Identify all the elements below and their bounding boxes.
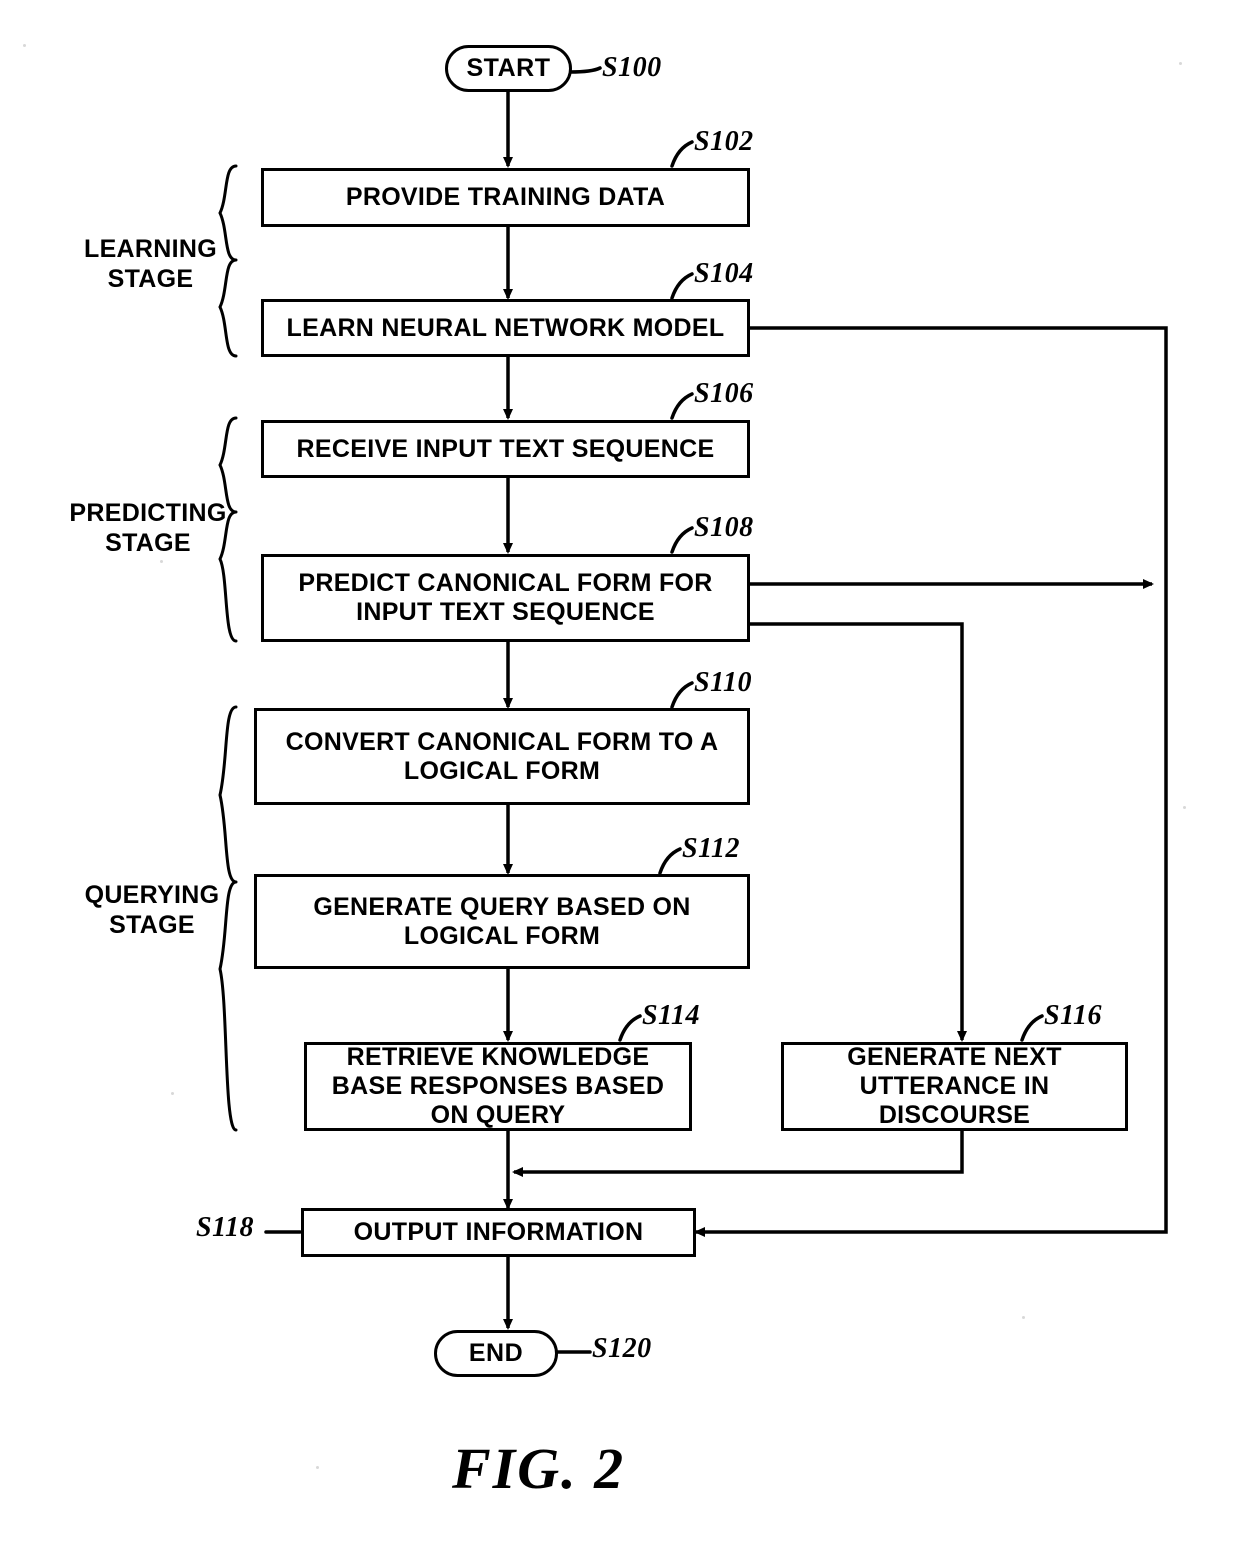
step-label-s116: S116 <box>1044 1000 1103 1031</box>
step-label-s106: S106 <box>694 378 754 409</box>
convert-canonical-to-logical-form-box[interactable]: CONVERT CANONICAL FORM TO A LOGICAL FORM <box>254 708 750 805</box>
output-information-box[interactable]: OUTPUT INFORMATION <box>301 1208 696 1257</box>
receive-input-text-sequence-label: RECEIVE INPUT TEXT SEQUENCE <box>296 434 715 463</box>
step-label-s100: S100 <box>602 52 662 83</box>
leader-s106 <box>670 392 694 420</box>
step-label-s104: S104 <box>694 258 754 289</box>
flowchart-canvas: START PROVIDE TRAINING DATA LEARN NEURAL… <box>0 0 1240 1552</box>
stage-label-learning: LEARNING STAGE <box>84 235 217 293</box>
stage-label-predicting: PREDICTING STAGE <box>69 499 227 557</box>
scan-speck <box>171 1092 174 1095</box>
edge-s116-to-s118 <box>512 1130 964 1177</box>
retrieve-knowledge-base-responses-box[interactable]: RETRIEVE KNOWLEDGE BASE RESPONSES BASED … <box>304 1042 692 1131</box>
leader-s102 <box>670 140 694 168</box>
generate-query-box[interactable]: GENERATE QUERY BASED ON LOGICAL FORM <box>254 874 750 969</box>
generate-next-utterance-label: GENERATE NEXT UTTERANCE IN DISCOURSE <box>847 1043 1062 1129</box>
leader-s104 <box>670 272 694 300</box>
step-label-s110: S110 <box>694 667 753 698</box>
edge-s108-to-s116 <box>750 622 967 1042</box>
provide-training-data-box[interactable]: PROVIDE TRAINING DATA <box>261 168 750 227</box>
learn-neural-network-model-label: LEARN NEURAL NETWORK MODEL <box>286 313 725 342</box>
scan-speck <box>23 44 26 47</box>
step-label-s114: S114 <box>642 1000 701 1031</box>
generate-next-utterance-box[interactable]: GENERATE NEXT UTTERANCE IN DISCOURSE <box>781 1042 1128 1131</box>
predict-canonical-form-box[interactable]: PREDICT CANONICAL FORM FOR INPUT TEXT SE… <box>261 554 750 642</box>
leader-s108 <box>670 526 694 554</box>
generate-query-label: GENERATE QUERY BASED ON LOGICAL FORM <box>313 892 691 950</box>
receive-input-text-sequence-box[interactable]: RECEIVE INPUT TEXT SEQUENCE <box>261 420 750 478</box>
end-terminal-label: END <box>468 1339 524 1367</box>
step-label-s120: S120 <box>592 1333 652 1364</box>
scan-speck <box>1022 1316 1025 1319</box>
leader-s112 <box>658 847 682 875</box>
start-terminal[interactable]: START <box>445 45 572 92</box>
leader-s100 <box>568 66 602 74</box>
start-terminal-label: START <box>466 54 551 82</box>
scan-speck <box>1183 806 1186 809</box>
step-label-s112: S112 <box>682 833 741 864</box>
learn-neural-network-model-box[interactable]: LEARN NEURAL NETWORK MODEL <box>261 299 750 357</box>
convert-canonical-to-logical-form-label: CONVERT CANONICAL FORM TO A LOGICAL FORM <box>285 727 719 785</box>
step-label-s108: S108 <box>694 512 754 543</box>
scan-speck <box>160 560 163 563</box>
provide-training-data-label: PROVIDE TRAINING DATA <box>345 183 666 212</box>
predict-canonical-form-label: PREDICT CANONICAL FORM FOR INPUT TEXT SE… <box>298 569 713 626</box>
leader-s116 <box>1020 1014 1044 1042</box>
retrieve-knowledge-base-responses-label: RETRIEVE KNOWLEDGE BASE RESPONSES BASED … <box>331 1043 665 1129</box>
scan-speck <box>316 1466 319 1469</box>
leader-s114 <box>618 1014 642 1042</box>
step-label-s102: S102 <box>694 126 754 157</box>
figure-caption: FIG. 2 <box>452 1436 626 1501</box>
leader-s110 <box>670 681 694 709</box>
step-label-s118: S118 <box>196 1212 255 1243</box>
end-terminal[interactable]: END <box>434 1330 558 1377</box>
stage-label-querying: QUERYING STAGE <box>84 881 220 939</box>
scan-speck <box>1179 62 1182 65</box>
output-information-label: OUTPUT INFORMATION <box>353 1218 644 1247</box>
